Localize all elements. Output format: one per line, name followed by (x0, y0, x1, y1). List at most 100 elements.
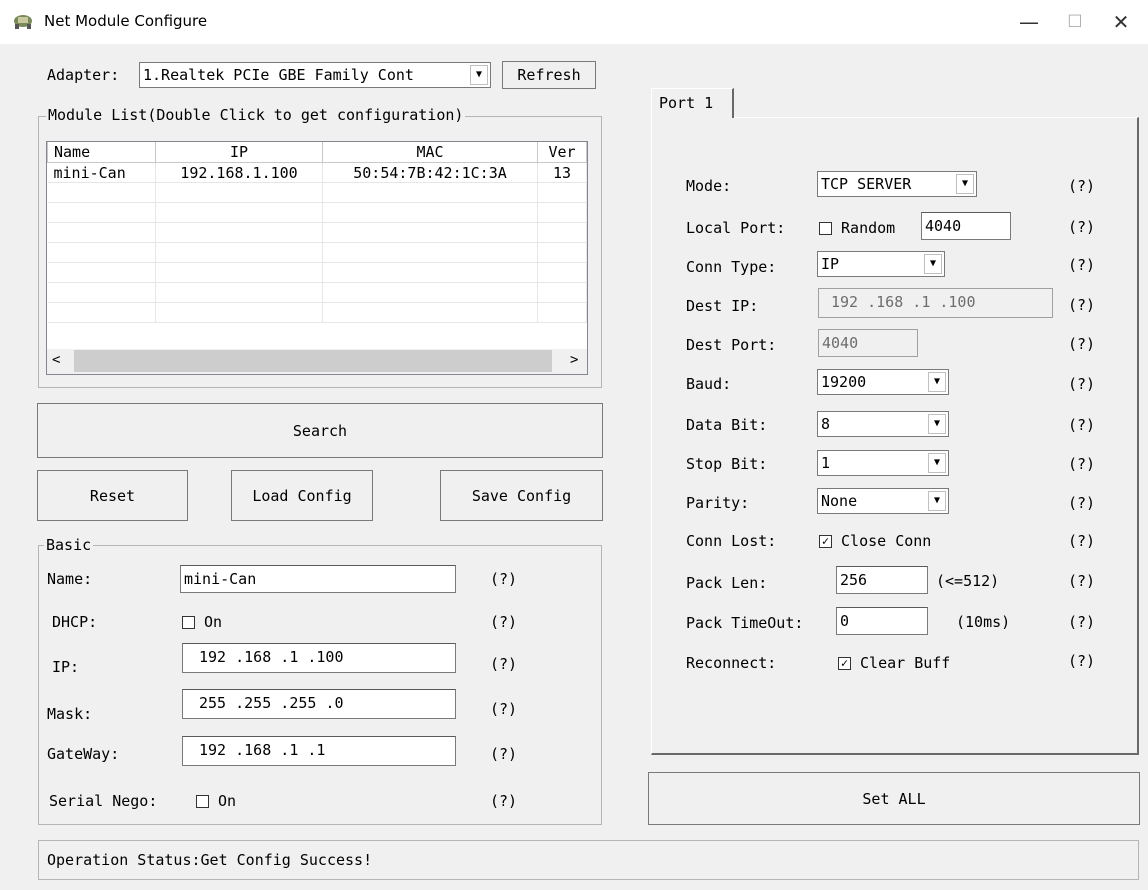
minimize-button[interactable]: — (1006, 6, 1052, 38)
module-table[interactable]: Name IP MAC Ver mini-Can 192.168.1.100 5… (47, 142, 587, 323)
stop-bit-label: Stop Bit: (686, 455, 768, 473)
tab-port-1[interactable]: Port 1 (651, 88, 734, 118)
dest-ip-field: 192 . 168 . 1 . 100 (818, 288, 1053, 318)
name-field[interactable]: mini-Can (180, 565, 456, 593)
conn-lost-help-icon[interactable]: (?) (1068, 532, 1095, 550)
checkbox-icon (182, 616, 195, 629)
name-help-icon[interactable]: (?) (490, 570, 517, 588)
module-list-title: Module List(Double Click to get configur… (46, 106, 466, 124)
ip-field[interactable]: 192 . 168 . 1 . 100 (182, 643, 456, 673)
set-all-button[interactable]: Set ALL (648, 772, 1140, 825)
ip-octet: 192 (199, 648, 227, 666)
column-header-ip[interactable]: IP (155, 142, 323, 163)
pack-timeout-field[interactable]: 0 (836, 607, 928, 635)
conn-type-help-icon[interactable]: (?) (1068, 256, 1095, 274)
parity-help-icon[interactable]: (?) (1068, 494, 1095, 512)
local-port-label: Local Port: (686, 219, 786, 237)
ip-label: IP: (52, 658, 80, 676)
network-app-icon (14, 15, 32, 29)
data-bit-label: Data Bit: (686, 416, 768, 434)
table-row (47, 202, 587, 223)
dest-ip-label: Dest IP: (686, 297, 759, 315)
serial-nego-checkbox[interactable]: On (196, 792, 236, 810)
close-button[interactable]: ✕ (1098, 6, 1144, 38)
chevron-down-icon: ▼ (924, 254, 942, 274)
local-port-field[interactable]: 4040 (921, 212, 1011, 240)
column-header-ver[interactable]: Ver (537, 142, 587, 163)
reconnect-help-icon[interactable]: (?) (1068, 652, 1095, 670)
dhcp-checkbox-label: On (204, 613, 223, 631)
mask-help-icon[interactable]: (?) (490, 700, 517, 718)
baud-select[interactable]: 19200 ▼ (817, 369, 949, 395)
conn-lost-label: Conn Lost: (686, 532, 777, 550)
serial-nego-label: Serial Nego: (49, 792, 158, 810)
local-port-help-icon[interactable]: (?) (1068, 218, 1095, 236)
mode-label: Mode: (686, 177, 732, 195)
ip-help-icon[interactable]: (?) (490, 655, 517, 673)
mode-help-icon[interactable]: (?) (1068, 177, 1095, 195)
column-header-name[interactable]: Name (47, 142, 156, 163)
mode-select[interactable]: TCP SERVER ▼ (817, 171, 977, 197)
chevron-down-icon: ▼ (928, 453, 946, 473)
refresh-button[interactable]: Refresh (502, 61, 596, 89)
cell-ip: 192.168.1.100 (155, 162, 323, 183)
load-config-button[interactable]: Load Config (231, 470, 373, 521)
table-row[interactable]: mini-Can 192.168.1.100 50:54:7B:42:1C:3A… (47, 162, 587, 183)
pack-timeout-hint: (10ms) (956, 613, 1011, 631)
dest-port-help-icon[interactable]: (?) (1068, 335, 1095, 353)
random-checkbox[interactable]: Random (819, 219, 895, 237)
status-text: Operation Status:Get Config Success! (47, 851, 373, 869)
adapter-select[interactable]: 1.Realtek PCIe GBE Family Cont ▼ (139, 62, 491, 88)
close-conn-checkbox[interactable]: ✓ Close Conn (819, 532, 931, 550)
baud-help-icon[interactable]: (?) (1068, 375, 1095, 393)
clear-buff-checkbox[interactable]: ✓ Clear Buff (838, 654, 950, 672)
checkmark-icon: ✓ (819, 535, 832, 548)
parity-label: Parity: (686, 494, 750, 512)
dest-port-label: Dest Port: (686, 336, 777, 354)
scrollbar-thumb[interactable] (74, 350, 552, 372)
adapter-select-value: 1.Realtek PCIe GBE Family Cont (143, 66, 414, 84)
mask-octet: 0 (334, 694, 344, 712)
gateway-octet: 168 (244, 741, 272, 759)
scroll-left-icon[interactable]: < (52, 352, 60, 368)
stop-bit-help-icon[interactable]: (?) (1068, 455, 1095, 473)
adapter-label: Adapter: (47, 66, 120, 84)
reset-button[interactable]: Reset (37, 470, 188, 521)
table-row (47, 242, 587, 263)
gateway-help-icon[interactable]: (?) (490, 745, 517, 763)
stop-bit-select-value: 1 (821, 454, 831, 472)
pack-len-label: Pack Len: (686, 574, 768, 592)
mask-label: Mask: (47, 705, 93, 723)
gateway-field[interactable]: 192 . 168 . 1 . 1 (182, 736, 456, 766)
table-row (47, 302, 587, 323)
dest-ip-help-icon[interactable]: (?) (1068, 296, 1095, 314)
maximize-button[interactable]: ☐ (1052, 6, 1098, 38)
search-button[interactable]: Search (37, 403, 603, 458)
pack-len-field[interactable]: 256 (836, 566, 928, 594)
mask-octet: 255 (199, 694, 227, 712)
conn-type-label: Conn Type: (686, 258, 777, 276)
save-config-button[interactable]: Save Config (440, 470, 603, 521)
stop-bit-select[interactable]: 1 ▼ (817, 450, 949, 476)
mask-octet: 255 (244, 694, 272, 712)
dest-ip-octet: 168 (876, 293, 904, 311)
chevron-down-icon: ▼ (928, 372, 946, 392)
mask-octet: 255 (289, 694, 317, 712)
dest-ip-octet: 192 (831, 293, 859, 311)
conn-type-select[interactable]: IP ▼ (817, 251, 945, 277)
ip-octet: 100 (316, 648, 344, 666)
mask-field[interactable]: 255 . 255 . 255 . 0 (182, 689, 456, 719)
data-bit-select[interactable]: 8 ▼ (817, 411, 949, 437)
dhcp-checkbox[interactable]: On (182, 613, 222, 631)
data-bit-select-value: 8 (821, 415, 831, 433)
column-header-mac[interactable]: MAC (322, 142, 538, 163)
scroll-right-icon[interactable]: > (570, 352, 578, 368)
checkmark-icon: ✓ (838, 657, 851, 670)
dest-ip-octet: 100 (948, 293, 976, 311)
pack-timeout-help-icon[interactable]: (?) (1068, 613, 1095, 631)
data-bit-help-icon[interactable]: (?) (1068, 416, 1095, 434)
dhcp-help-icon[interactable]: (?) (490, 613, 517, 631)
serial-nego-help-icon[interactable]: (?) (490, 792, 517, 810)
pack-len-help-icon[interactable]: (?) (1068, 572, 1095, 590)
parity-select[interactable]: None ▼ (817, 488, 949, 514)
